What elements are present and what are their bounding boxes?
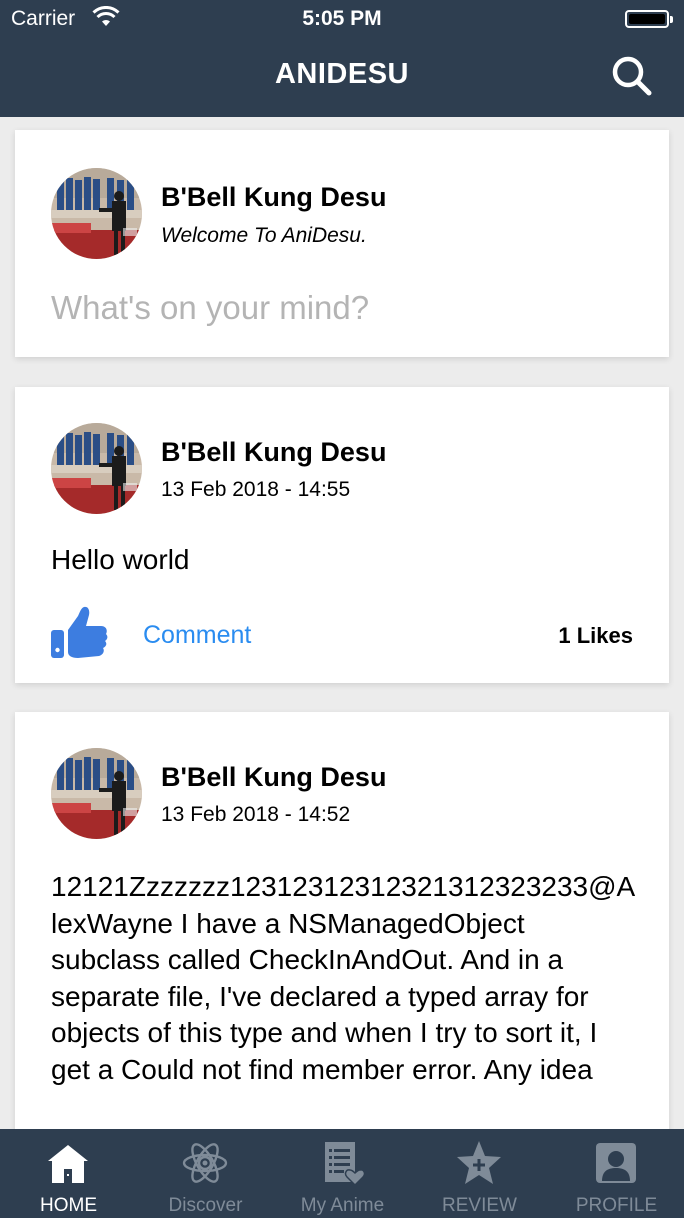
list-heart-icon [325,1142,366,1187]
battery-icon [625,10,673,28]
tab-profile[interactable]: PROFILE [548,1129,684,1218]
search-button[interactable] [606,52,658,100]
post-text: Hello world [51,544,190,575]
tab-bar: HOME Discover My Anime REVIEW PROFILE [0,1129,684,1218]
tab-label: REVIEW [442,1195,517,1216]
like-button[interactable] [51,606,109,662]
status-time: 5:05 PM [302,7,382,30]
composer-card: B'Bell Kung Desu Welcome To AniDesu. Wha… [15,130,669,357]
tab-label: My Anime [300,1195,385,1216]
tab-my-anime[interactable]: My Anime [274,1129,411,1218]
search-icon [612,56,652,96]
user-name: B'Bell Kung Desu [161,182,387,212]
post-date: 13 Feb 2018 - 14:55 [161,478,351,501]
tab-home[interactable]: HOME [0,1129,137,1218]
post-card: B'Bell Kung Desu 13 Feb 2018 - 14:55 Hel… [15,387,669,683]
likes-count: 1 Likes [558,623,633,648]
avatar[interactable] [51,423,142,514]
tab-label: HOME [40,1195,97,1216]
comment-button[interactable]: Comment [143,621,251,650]
page-title: ANIDESU [274,58,409,90]
user-tagline: Welcome To AniDesu. [161,224,367,247]
star-plus-icon [457,1141,501,1184]
profile-icon [596,1143,636,1183]
tab-review[interactable]: REVIEW [411,1129,548,1218]
post-author: B'Bell Kung Desu [161,762,387,792]
tab-label: PROFILE [575,1195,658,1216]
tab-discover[interactable]: Discover [137,1129,274,1218]
thumbs-up-icon [51,606,108,658]
status-input[interactable]: What's on your mind? [51,289,369,327]
atom-icon [182,1143,228,1183]
post-author: B'Bell Kung Desu [161,437,387,467]
avatar[interactable] [51,168,142,259]
post-date: 13 Feb 2018 - 14:52 [161,803,351,826]
avatar[interactable] [51,748,142,839]
home-icon [48,1145,88,1183]
status-bar: Carrier 5:05 PM [0,0,684,38]
tab-label: Discover [168,1195,243,1216]
app-header: Carrier 5:05 PM ANIDESU [0,0,684,117]
post-card: B'Bell Kung Desu 13 Feb 2018 - 14:52 121… [15,712,669,1142]
post-text: 12121Zzzzzzz12312312312321312323233@Alex… [51,871,636,1085]
